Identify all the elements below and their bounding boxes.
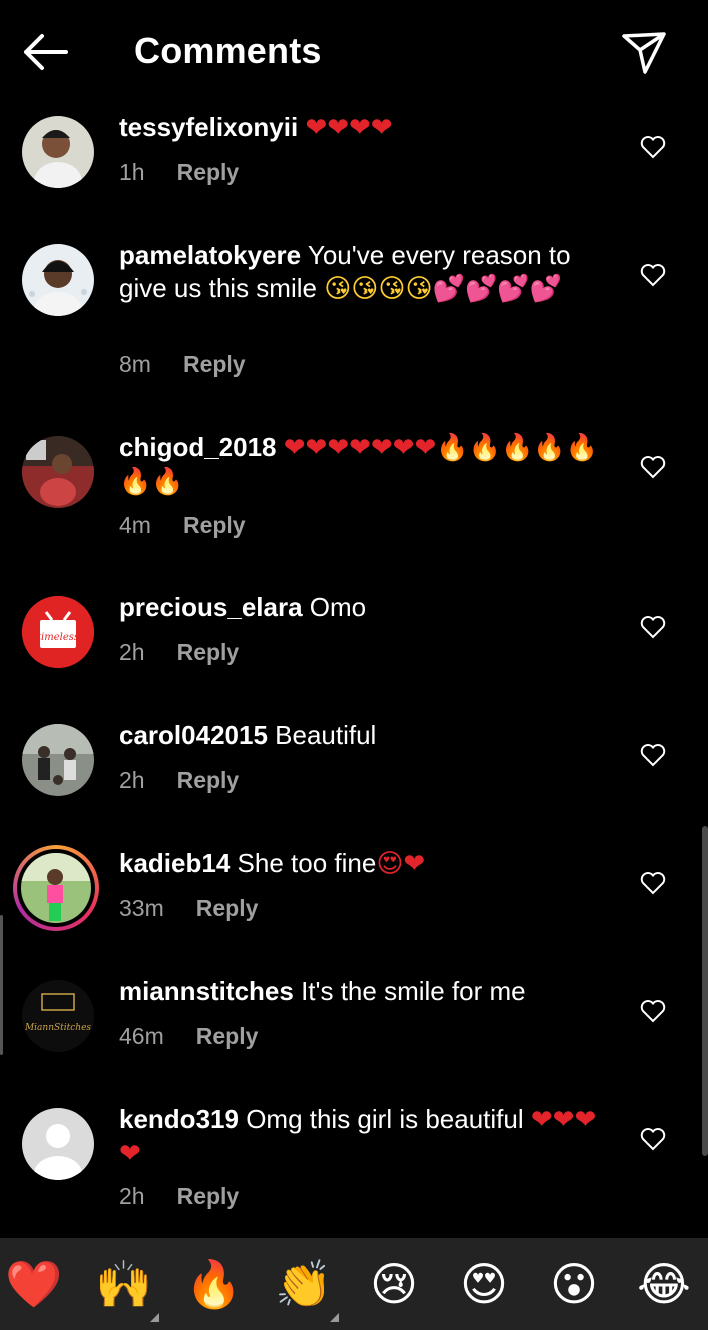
comment-username[interactable]: carol042015 xyxy=(119,720,268,750)
comment-emojis: ❤❤❤❤ xyxy=(305,113,393,143)
comment-time: 46m xyxy=(119,1023,164,1049)
comment-username[interactable]: precious_elara xyxy=(119,592,303,622)
emoji-surprised-button[interactable]: 😮 xyxy=(544,1256,604,1312)
reply-button[interactable]: Reply xyxy=(183,512,246,538)
heart-outline-icon[interactable] xyxy=(640,455,666,479)
reply-button[interactable]: Reply xyxy=(196,1023,259,1049)
emoji-laughing-button[interactable]: 😂 xyxy=(634,1256,694,1312)
skin-tone-indicator-icon xyxy=(150,1313,159,1322)
reply-button[interactable]: Reply xyxy=(196,895,259,921)
heart-outline-icon[interactable] xyxy=(640,135,666,159)
avatar[interactable]: timeless xyxy=(22,596,94,668)
comment-item: MiannStitches miannstitches It's the smi… xyxy=(0,972,708,1072)
avatar[interactable] xyxy=(21,853,91,923)
heart-outline-icon[interactable] xyxy=(640,615,666,639)
avatar[interactable]: MiannStitches xyxy=(22,980,94,1052)
comment-text: It's the smile for me xyxy=(301,976,526,1006)
comment-item: kadieb14 She too fine😍❤ 33m Reply xyxy=(0,844,708,944)
emoji-clapping-button[interactable]: 👏 xyxy=(274,1256,334,1312)
comment-text: Omg this girl is beautiful xyxy=(246,1104,524,1134)
reply-button[interactable]: Reply xyxy=(177,159,240,185)
avatar-logo-text: MiannStitches xyxy=(24,1023,91,1033)
reply-button[interactable]: Reply xyxy=(183,351,246,377)
heart-outline-icon[interactable] xyxy=(640,871,666,895)
comment-item: timeless precious_elara Omo 2h Reply xyxy=(0,588,708,688)
comment-emojis: 😍❤ xyxy=(376,849,426,879)
comment-username[interactable]: kendo319 xyxy=(119,1104,239,1134)
paper-plane-icon[interactable] xyxy=(620,28,668,76)
avatar[interactable] xyxy=(22,244,94,316)
page-title: Comments xyxy=(134,30,322,71)
comment-item: carol042015 Beautiful 2h Reply xyxy=(0,716,708,816)
back-arrow-icon[interactable] xyxy=(20,32,70,72)
comment-time: 4m xyxy=(119,512,151,538)
heart-outline-icon[interactable] xyxy=(640,263,666,287)
comment-username[interactable]: kadieb14 xyxy=(119,848,230,878)
heart-outline-icon[interactable] xyxy=(640,1127,666,1151)
avatar[interactable] xyxy=(22,436,94,508)
comment-username[interactable]: tessyfelixonyii xyxy=(119,112,298,142)
comment-item: kendo319 Omg this girl is beautiful ❤❤❤❤… xyxy=(0,1100,708,1220)
top-bar: Comments xyxy=(0,0,708,100)
reply-button[interactable]: Reply xyxy=(177,767,240,793)
emoji-heart-eyes-button[interactable]: 😍 xyxy=(454,1256,514,1312)
reply-button[interactable]: Reply xyxy=(177,1183,240,1209)
avatar-logo-text: timeless xyxy=(37,632,79,643)
emoji-crying-button[interactable]: 😢 xyxy=(364,1256,424,1312)
comment-username[interactable]: pamelatokyere xyxy=(119,240,301,270)
comment-time: 2h xyxy=(119,639,145,665)
comment-item: pamelatokyere You've every reason to giv… xyxy=(0,236,708,386)
comment-time: 8m xyxy=(119,351,151,377)
avatar[interactable] xyxy=(22,1108,94,1180)
comment-item: tessyfelixonyii ❤❤❤❤ 1h Reply xyxy=(0,108,708,208)
comment-username[interactable]: chigod_2018 xyxy=(119,432,277,462)
comment-text: Omo xyxy=(309,592,367,622)
reply-button[interactable]: Reply xyxy=(177,639,240,665)
comment-text: Beautiful xyxy=(275,720,377,750)
heart-outline-icon[interactable] xyxy=(640,743,666,767)
comment-item: chigod_2018 ❤❤❤❤❤❤❤🔥🔥🔥🔥🔥🔥🔥 4m Reply xyxy=(0,428,708,548)
comment-time: 2h xyxy=(119,1183,145,1209)
emoji-fire-button[interactable]: 🔥 xyxy=(184,1256,244,1312)
comment-emojis: 😘😘😘😘💕💕💕💕 xyxy=(324,274,563,304)
avatar[interactable] xyxy=(22,116,94,188)
emoji-heart-button[interactable]: ❤️ xyxy=(4,1256,64,1312)
emoji-raising-hands-button[interactable]: 🙌 xyxy=(94,1256,154,1312)
heart-outline-icon[interactable] xyxy=(640,999,666,1023)
comment-time: 33m xyxy=(119,895,164,921)
story-ring[interactable] xyxy=(13,845,99,931)
scrollbar[interactable] xyxy=(702,826,708,1156)
edge-handle[interactable] xyxy=(0,915,3,1055)
skin-tone-indicator-icon xyxy=(330,1313,339,1322)
avatar[interactable] xyxy=(22,724,94,796)
comment-time: 2h xyxy=(119,767,145,793)
comment-time: 1h xyxy=(119,159,145,185)
comment-username[interactable]: miannstitches xyxy=(119,976,294,1006)
emoji-reaction-bar: ❤️ 🙌 🔥 👏 😢 😍 😮 😂 xyxy=(0,1238,708,1330)
comment-text: She too fine xyxy=(237,848,377,878)
